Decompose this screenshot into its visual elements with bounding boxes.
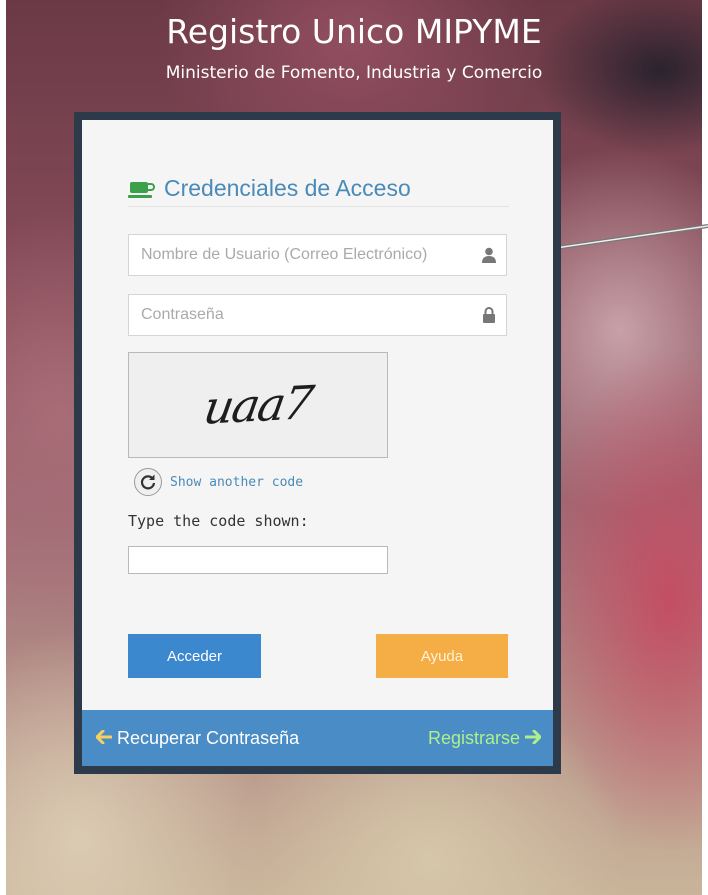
lock-icon (482, 307, 496, 323)
username-field[interactable] (128, 234, 507, 276)
legend-label: Credenciales de Acceso (164, 174, 411, 201)
username-input[interactable] (139, 245, 476, 265)
arrow-left-icon (95, 728, 113, 749)
form-legend: Credenciales de Acceso (128, 170, 509, 207)
coffee-cup-icon (128, 178, 156, 198)
refresh-icon[interactable] (134, 468, 162, 496)
password-field[interactable] (128, 294, 507, 336)
captcha-reload-link[interactable]: Show another code (134, 468, 303, 496)
arrow-right-icon (524, 728, 542, 749)
user-icon (482, 247, 496, 263)
password-input[interactable] (139, 305, 476, 325)
captcha-input[interactable] (128, 546, 388, 574)
captcha-text: uaa7 (200, 375, 316, 435)
captcha-prompt: Type the code shown: (128, 512, 309, 530)
login-card: Credenciales de Acceso uaa7 (74, 112, 561, 774)
reload-label[interactable]: Show another code (170, 475, 303, 490)
login-form: Credenciales de Acceso uaa7 (82, 120, 553, 710)
acceder-button[interactable]: Acceder (128, 634, 261, 678)
recover-label[interactable]: Recuperar Contraseña (117, 728, 299, 749)
register-label[interactable]: Registrarse (428, 728, 520, 749)
card-footer: Recuperar Contraseña Registrarse (82, 710, 553, 766)
recover-password-link[interactable]: Recuperar Contraseña (95, 728, 299, 749)
captcha-image: uaa7 (128, 352, 388, 458)
ayuda-button[interactable]: Ayuda (376, 634, 508, 678)
register-link[interactable]: Registrarse (428, 728, 542, 749)
